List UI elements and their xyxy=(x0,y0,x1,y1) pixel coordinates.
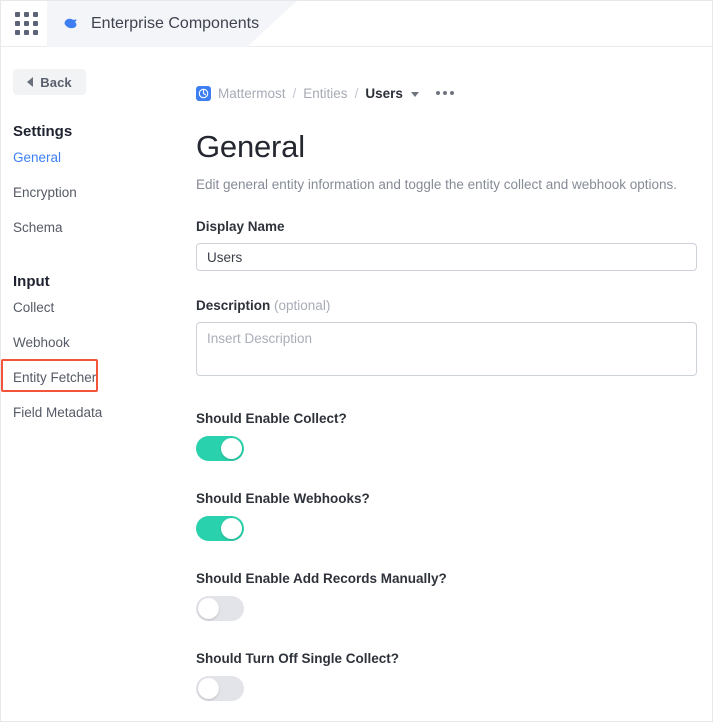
app-window: Enterprise Components Back Settings Gene… xyxy=(0,0,713,722)
top-bar: Enterprise Components xyxy=(1,1,713,47)
description-label-text: Description xyxy=(196,298,270,313)
toggle-field-enable-collect: Should Enable Collect? xyxy=(196,411,697,461)
toggle-label-enable-collect: Should Enable Collect? xyxy=(196,411,697,426)
sidebar-group-title-settings: Settings xyxy=(13,123,176,140)
sidebar-item-field-metadata[interactable]: Field Metadata xyxy=(13,395,163,430)
sidebar-item-schema[interactable]: Schema xyxy=(13,210,163,245)
ellipsis-icon[interactable] xyxy=(436,91,454,95)
breadcrumb-item-mattermost[interactable]: Mattermost xyxy=(218,86,286,101)
toggle-field-enable-webhooks: Should Enable Webhooks? xyxy=(196,491,697,541)
sidebar: Back Settings General Encryption Schema … xyxy=(1,48,176,722)
sidebar-item-webhook[interactable]: Webhook xyxy=(13,325,163,360)
toggle-knob xyxy=(198,678,219,699)
page-subtitle: Edit general entity information and togg… xyxy=(196,177,697,192)
breadcrumb-separator: / xyxy=(355,86,359,101)
app-title: Enterprise Components xyxy=(91,15,259,33)
page-title: General xyxy=(196,129,697,165)
description-label: Description (optional) xyxy=(196,298,697,313)
apps-grid-icon[interactable] xyxy=(15,12,39,36)
display-name-label: Display Name xyxy=(196,219,697,234)
description-field: Description (optional) xyxy=(196,298,697,381)
sidebar-item-encryption[interactable]: Encryption xyxy=(13,175,163,210)
description-optional-text: (optional) xyxy=(274,298,330,313)
breadcrumb: Mattermost / Entities / Users xyxy=(196,83,697,103)
blue-blob-icon xyxy=(61,14,81,34)
display-name-input[interactable] xyxy=(196,243,697,271)
toggle-knob xyxy=(221,438,242,459)
sidebar-item-general[interactable]: General xyxy=(13,140,163,175)
toggle-label-enable-webhooks: Should Enable Webhooks? xyxy=(196,491,697,506)
mattermost-icon xyxy=(196,86,211,101)
toggle-add-records-manually[interactable] xyxy=(196,596,244,621)
toggle-turn-off-single-collect[interactable] xyxy=(196,676,244,701)
toggle-field-add-records-manually: Should Enable Add Records Manually? xyxy=(196,571,697,621)
breadcrumb-item-users[interactable]: Users xyxy=(365,86,403,101)
toggle-knob xyxy=(221,518,242,539)
chevron-left-icon xyxy=(27,77,33,87)
toggle-knob xyxy=(198,598,219,619)
chevron-down-icon[interactable] xyxy=(411,92,419,97)
description-input[interactable] xyxy=(196,322,697,376)
breadcrumb-item-entities[interactable]: Entities xyxy=(303,86,347,101)
display-name-field: Display Name xyxy=(196,219,697,271)
sidebar-item-collect[interactable]: Collect xyxy=(13,290,163,325)
toggle-label-turn-off-single-collect: Should Turn Off Single Collect? xyxy=(196,651,697,666)
main-content: Mattermost / Entities / Users General Ed… xyxy=(176,48,713,722)
toggle-enable-collect[interactable] xyxy=(196,436,244,461)
breadcrumb-separator: / xyxy=(293,86,297,101)
toggle-label-add-records-manually: Should Enable Add Records Manually? xyxy=(196,571,697,586)
sidebar-item-entity-fetcher[interactable]: Entity Fetcher xyxy=(13,360,163,395)
back-button-label: Back xyxy=(40,75,71,90)
app-tab[interactable]: Enterprise Components xyxy=(47,1,259,47)
toggle-field-turn-off-single-collect: Should Turn Off Single Collect? xyxy=(196,651,697,701)
toggle-enable-webhooks[interactable] xyxy=(196,516,244,541)
back-button[interactable]: Back xyxy=(13,69,86,95)
sidebar-group-title-input: Input xyxy=(13,273,176,290)
